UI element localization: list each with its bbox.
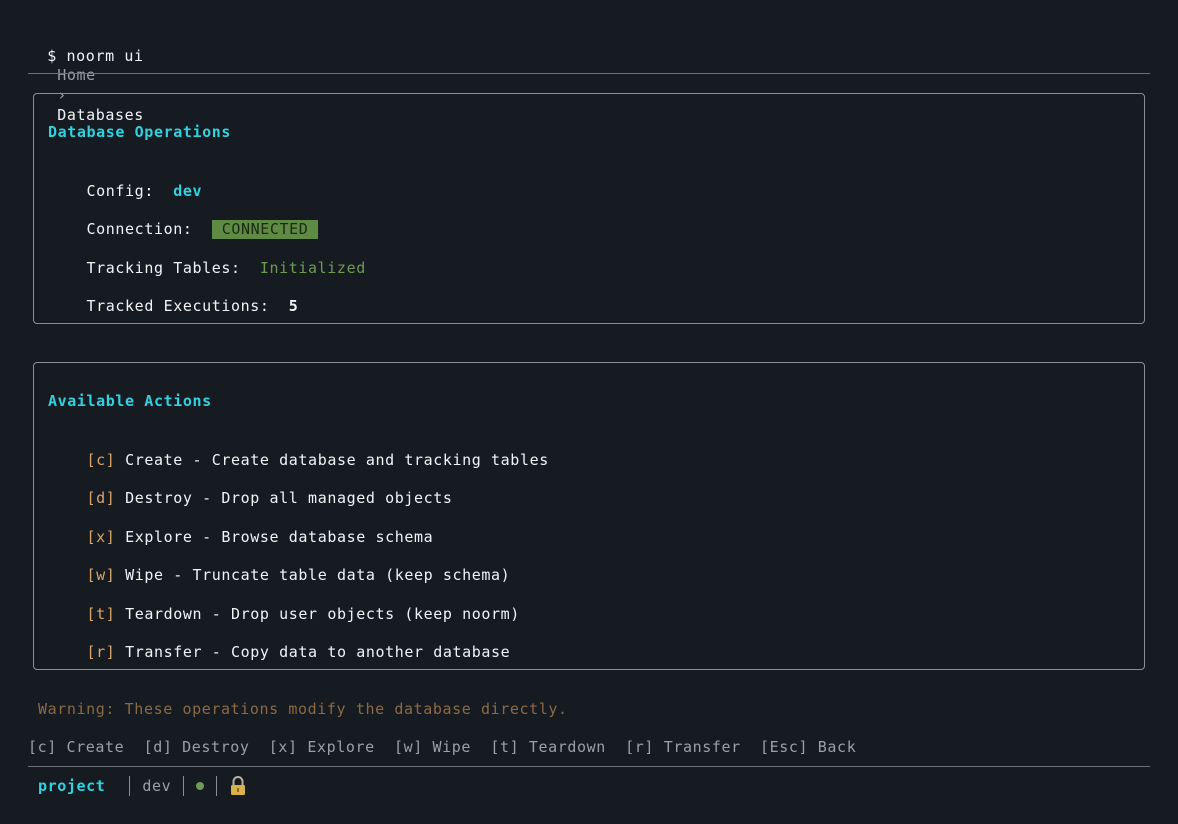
tracking-tables-value: Initialized: [259, 259, 366, 277]
status-project: project: [38, 777, 106, 795]
shortcut-bar: [c] Create [d] Destroy [x] Explore [w] W…: [28, 737, 856, 757]
tracked-executions-value: 5: [288, 297, 299, 315]
config-label: Config:: [86, 182, 154, 200]
shortcut-teardown[interactable]: [t] Teardown: [490, 738, 606, 756]
action-key: [c]: [86, 451, 116, 469]
status-separator: [183, 776, 185, 796]
tracked-executions-label: Tracked Executions:: [86, 297, 270, 315]
tracked-executions-row: Tracked Executions: 5: [48, 276, 298, 336]
available-actions-panel: Available Actions [c] Create - Create da…: [33, 362, 1145, 670]
database-operations-panel: Database Operations Config: dev Connecti…: [33, 93, 1145, 324]
action-text: Transfer - Copy data to another database: [125, 643, 511, 661]
shortcut-create[interactable]: [c] Create: [28, 738, 124, 756]
status-dot-icon: [196, 782, 205, 790]
status-separator: [216, 776, 218, 796]
operations-panel-title: Database Operations: [48, 123, 231, 141]
action-text: Teardown - Drop user objects (keep noorm…: [125, 605, 520, 623]
action-text: Destroy - Drop all managed objects: [125, 489, 453, 507]
config-value: dev: [173, 182, 203, 200]
action-key: [t]: [86, 605, 116, 623]
status-bar: project dev: [38, 775, 247, 797]
breadcrumb-home[interactable]: Home: [57, 66, 96, 84]
action-item-transfer[interactable]: [r] Transfer - Copy data to another data…: [48, 622, 510, 682]
tracking-tables-label: Tracking Tables:: [86, 259, 241, 277]
action-key: [r]: [86, 643, 116, 661]
shortcut-destroy[interactable]: [d] Destroy: [144, 738, 250, 756]
lock-icon: [229, 775, 247, 797]
action-text: Create - Create database and tracking ta…: [125, 451, 549, 469]
shortcut-transfer[interactable]: [r] Transfer: [625, 738, 741, 756]
connection-label: Connection:: [86, 220, 193, 238]
action-key: [d]: [86, 489, 116, 507]
connection-status-badge: CONNECTED: [211, 220, 319, 239]
warning-message: Warning: These operations modify the dat…: [38, 700, 568, 718]
action-text: Wipe - Truncate table data (keep schema): [125, 566, 511, 584]
header-divider: [28, 73, 1150, 74]
shortcut-wipe[interactable]: [w] Wipe: [394, 738, 471, 756]
action-key: [w]: [86, 566, 116, 584]
status-separator: [129, 776, 131, 796]
shortcut-back[interactable]: [Esc] Back: [760, 738, 856, 756]
status-config: dev: [142, 777, 172, 795]
footer-divider: [28, 766, 1150, 767]
action-text: Explore - Browse database schema: [125, 528, 434, 546]
actions-panel-title: Available Actions: [48, 392, 212, 410]
action-key: [x]: [86, 528, 116, 546]
shortcut-explore[interactable]: [x] Explore: [269, 738, 375, 756]
